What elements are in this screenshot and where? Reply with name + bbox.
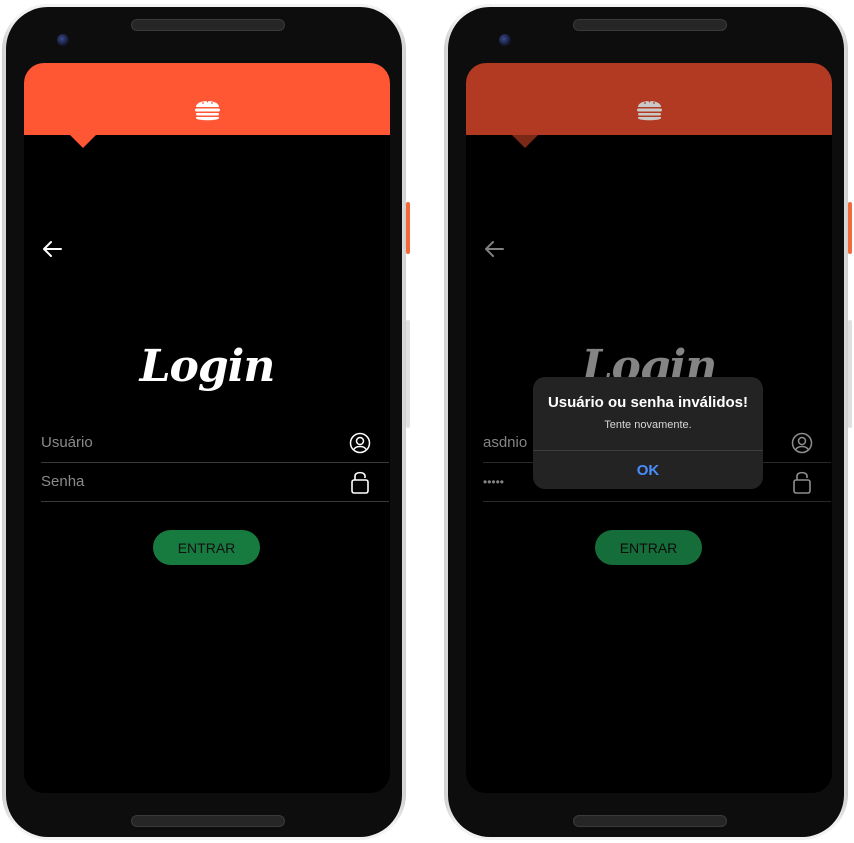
- username-field[interactable]: Usuário: [41, 424, 389, 463]
- bottom-speaker: [573, 815, 727, 827]
- front-camera: [57, 34, 69, 46]
- page-title: Login: [139, 341, 276, 392]
- volume-button: [406, 320, 410, 428]
- app-header: [24, 63, 390, 135]
- power-button: [848, 202, 852, 254]
- phone-body: Login asdnio ••••• ENTRAR Usuário ou sen…: [448, 7, 844, 837]
- burger-icon: [637, 100, 662, 121]
- power-button: [406, 202, 410, 254]
- volume-button: [848, 320, 852, 428]
- top-speaker: [131, 19, 285, 31]
- arrow-left-icon[interactable]: [40, 237, 64, 261]
- dialog-title: Usuário ou senha inválidos!: [547, 394, 749, 411]
- dialog-message: Tente novamente.: [604, 419, 692, 431]
- password-field[interactable]: Senha: [41, 463, 389, 502]
- bottom-speaker: [131, 815, 285, 827]
- error-dialog: Usuário ou senha inválidos! Tente novame…: [533, 377, 763, 489]
- top-speaker: [573, 19, 727, 31]
- front-camera: [499, 34, 511, 46]
- phone-body: Login Usuário Senha ENTRAR: [6, 7, 402, 837]
- app-header: [466, 63, 832, 135]
- lock-icon: [351, 471, 369, 494]
- login-screen-error: Login asdnio ••••• ENTRAR Usuário ou sen…: [466, 63, 832, 793]
- submit-button[interactable]: ENTRAR: [153, 530, 260, 565]
- burger-icon: [195, 100, 220, 121]
- username-placeholder: Usuário: [41, 434, 93, 451]
- phone-frame-right: Login asdnio ••••• ENTRAR Usuário ou sen…: [444, 4, 852, 840]
- phone-frame-left: Login Usuário Senha ENTRAR: [2, 4, 410, 840]
- header-notch: [70, 135, 96, 148]
- user-circle-icon: [349, 432, 371, 454]
- login-screen: Login Usuário Senha ENTRAR: [24, 63, 390, 793]
- dialog-ok-button[interactable]: OK: [533, 451, 763, 489]
- password-placeholder: Senha: [41, 473, 85, 490]
